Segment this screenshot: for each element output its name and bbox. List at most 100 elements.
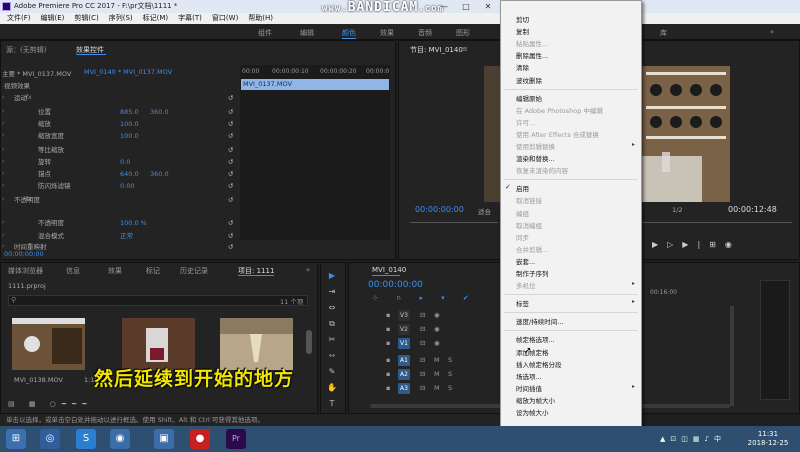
track-target-a3[interactable]: A3 <box>398 383 410 394</box>
context-menu-item[interactable]: 嵌套... <box>516 256 535 266</box>
effect-property-row[interactable]: › fx 不透明度 ↺ <box>2 195 238 205</box>
taskbar-app-icon[interactable]: ● <box>190 429 210 449</box>
context-menu-item[interactable]: 缩放为帧大小 <box>516 395 555 405</box>
context-menu-item[interactable]: 清除 <box>516 62 529 72</box>
track-mute-button[interactable]: M <box>434 384 440 392</box>
effect-property-value[interactable]: 640.0 <box>120 169 139 179</box>
effect-property-value[interactable]: 100.0 <box>120 131 139 141</box>
track-target-v2[interactable]: V2 <box>398 324 410 335</box>
tab-history[interactable]: 历史记录 <box>180 266 208 276</box>
project-thumbnail[interactable] <box>12 318 85 370</box>
selection-tool-icon[interactable]: ▶ <box>325 270 339 282</box>
project-tabs-more[interactable]: » <box>306 266 310 274</box>
reset-icon[interactable]: ↺ <box>228 119 233 129</box>
effect-property-value[interactable]: 正常 <box>120 231 133 241</box>
menu-clip[interactable]: 剪辑(C) <box>70 13 104 24</box>
project-thumbnail[interactable] <box>220 318 293 370</box>
expand-arrow-icon[interactable]: › <box>2 195 4 205</box>
effect-property-row[interactable]: › fx 运动 ↺ <box>2 93 238 103</box>
expand-arrow-icon[interactable]: › <box>2 107 4 117</box>
workspace-audio[interactable]: 音频 <box>418 28 432 38</box>
track-lock-icon[interactable]: ▪ <box>386 384 390 392</box>
project-thumbnail[interactable] <box>122 318 195 370</box>
context-menu-item[interactable]: 剪切 <box>516 14 529 24</box>
menu-edit[interactable]: 编辑(E) <box>37 13 71 24</box>
track-sync-icon[interactable]: ⊟ <box>420 370 425 378</box>
context-menu-item[interactable]: 添加帧定格 <box>516 347 549 357</box>
sequence-clip-label[interactable]: MVI_0140 * MVI_0137.MOV <box>84 68 172 76</box>
reset-icon[interactable]: ↺ <box>228 181 233 191</box>
context-menu-item[interactable]: 删除属性... <box>516 50 548 60</box>
menu-marker[interactable]: 标记(M) <box>139 13 175 24</box>
timeline-toolbar[interactable]: ⊹ ∩ ▸ ▾ ✔ <box>372 294 477 302</box>
effect-property-row[interactable]: › 旋转 0.0 ↺ <box>2 157 238 167</box>
track-sync-icon[interactable]: ⊟ <box>420 325 425 333</box>
effect-property-row[interactable]: › 不透明度 100.0 % ↺ <box>2 218 238 228</box>
start-button[interactable]: ⊞ <box>6 429 26 449</box>
project-view-controls[interactable]: ▤ ▦ ○━━━ <box>8 400 92 408</box>
reset-icon[interactable]: ↺ <box>228 169 233 179</box>
effect-property-value-2[interactable]: 360.0 <box>150 169 169 179</box>
context-menu-item[interactable]: 制作子序列 <box>516 268 549 278</box>
track-mute-button[interactable]: M <box>434 356 440 364</box>
tab-sequence[interactable]: MVI_0140 <box>372 266 406 274</box>
tray-expand-icon[interactable]: ▲ <box>660 435 670 443</box>
razor-tool-icon[interactable]: ✂ <box>325 334 339 346</box>
ec-clip-bar[interactable]: MVI_0137.MOV <box>241 79 389 90</box>
track-target-v1[interactable]: V1 <box>398 338 410 349</box>
timeline-scrollbar[interactable] <box>730 306 734 406</box>
program-scrubber-right[interactable] <box>642 222 792 223</box>
track-sync-icon[interactable]: ⊟ <box>420 339 425 347</box>
track-eye-icon[interactable]: ◉ <box>434 311 440 319</box>
effect-property-value[interactable]: 100.0 % <box>120 218 147 228</box>
reset-icon[interactable]: ↺ <box>228 107 233 117</box>
expand-arrow-icon[interactable]: › <box>2 218 4 228</box>
program-scale-dropdown[interactable]: 1/2 <box>672 206 682 214</box>
context-menu-item[interactable]: 波纹删除 <box>516 75 542 85</box>
context-menu-item[interactable]: 标签 <box>516 298 529 308</box>
context-menu-item[interactable]: 速度/持续时间... <box>516 316 563 326</box>
tray-icon[interactable]: ⊡ <box>670 435 681 443</box>
program-timecode-current[interactable]: 00:00:00:00 <box>415 205 464 214</box>
program-fit-dropdown[interactable]: 适合 <box>478 206 491 216</box>
tab-source[interactable]: 源：(无剪辑) <box>6 45 46 55</box>
tab-program[interactable]: 节目: MVI_0140 <box>410 45 463 55</box>
menu-file[interactable]: 文件(F) <box>3 13 37 24</box>
context-menu-item[interactable]: 帧定格选项... <box>516 334 555 344</box>
context-menu-item[interactable]: 编辑原始 <box>516 93 542 103</box>
taskbar-app-icon[interactable]: S <box>76 429 96 449</box>
project-search-input[interactable]: ⚲ <box>8 295 308 306</box>
track-sync-icon[interactable]: ⊟ <box>420 356 425 364</box>
effect-property-row[interactable]: › 锚点 640.0 360.0 ↺ <box>2 169 238 179</box>
effect-property-value[interactable]: 0.0 <box>120 157 130 167</box>
tab-effects[interactable]: 效果 <box>108 266 122 276</box>
track-select-tool-icon[interactable]: ⇥ <box>325 286 339 298</box>
expand-arrow-icon[interactable]: › <box>2 181 4 191</box>
volume-icon[interactable]: ♪ <box>705 435 714 443</box>
track-lock-icon[interactable]: ▪ <box>386 370 390 378</box>
workspace-graphics[interactable]: 图形 <box>456 28 470 38</box>
reset-icon[interactable]: ↺ <box>228 242 233 252</box>
track-sync-icon[interactable]: ⊟ <box>420 384 425 392</box>
context-menu-item[interactable]: 设为帧大小 <box>516 407 549 417</box>
program-scrubber[interactable] <box>410 222 498 223</box>
menu-title[interactable]: 字幕(T) <box>174 13 208 24</box>
effect-property-value[interactable]: 0.00 <box>120 181 134 191</box>
taskbar-app-icon[interactable]: ◎ <box>40 429 60 449</box>
menu-help[interactable]: 帮助(H) <box>244 13 279 24</box>
project-scrollbar[interactable] <box>306 330 312 354</box>
rate-stretch-tool-icon[interactable]: ⧉ <box>325 318 339 330</box>
transport-controls[interactable]: ▶▷▶|⊞◉ <box>652 240 741 249</box>
workspace-effects[interactable]: 效果 <box>380 28 394 38</box>
track-eye-icon[interactable]: ◉ <box>434 325 440 333</box>
workspace-editing[interactable]: 编辑 <box>300 28 314 38</box>
system-tray[interactable]: ▲⊡◫▦♪中 <box>660 434 726 444</box>
reset-icon[interactable]: ↺ <box>228 93 233 103</box>
track-target-a1[interactable]: A1 <box>398 355 410 366</box>
track-eye-icon[interactable]: ◉ <box>434 339 440 347</box>
effect-property-value[interactable]: 100.0 <box>120 119 139 129</box>
slip-tool-icon[interactable]: ⇿ <box>325 350 339 362</box>
workspace-assembly[interactable]: 组件 <box>258 28 272 38</box>
track-lock-icon[interactable]: ▪ <box>386 356 390 364</box>
expand-arrow-icon[interactable]: › <box>2 119 4 129</box>
